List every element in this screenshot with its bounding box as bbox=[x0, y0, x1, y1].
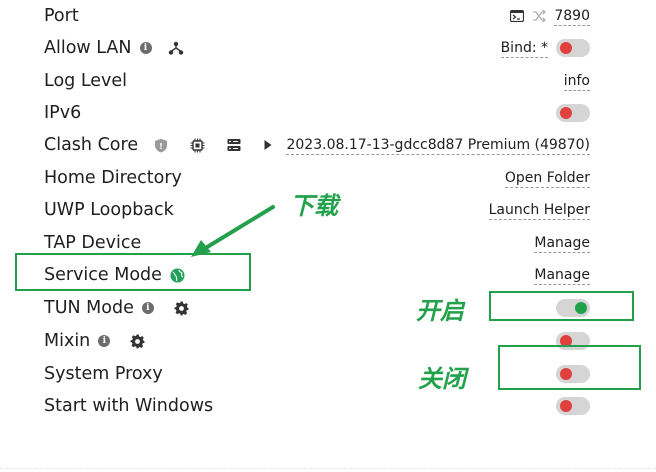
play-icon[interactable] bbox=[263, 139, 273, 151]
ipv6-label: IPv6 bbox=[44, 103, 82, 123]
bottom-divider bbox=[0, 468, 656, 470]
home-directory-controls: Open Folder bbox=[504, 162, 590, 194]
allow-lan-toggle[interactable] bbox=[556, 39, 590, 57]
clash-core-version[interactable]: 2023.08.17-13-gdcc8d87 Premium (49870) bbox=[286, 136, 590, 155]
log-level-controls: info bbox=[563, 65, 590, 97]
open-folder-button[interactable]: Open Folder bbox=[504, 169, 590, 188]
launch-helper-button[interactable]: Launch Helper bbox=[488, 201, 590, 220]
disable-annotation: 关闭 bbox=[418, 365, 466, 393]
info-icon[interactable]: i bbox=[141, 302, 154, 314]
log-level-label: Log Level bbox=[44, 71, 128, 91]
info-icon[interactable]: i bbox=[98, 335, 111, 347]
uwp-loopback-label: UWP Loopback bbox=[44, 200, 174, 220]
shield-icon[interactable]: ! bbox=[154, 138, 168, 153]
settings-panel: Port 7890 Allow LAN i Bind: * Log Level … bbox=[0, 0, 656, 472]
log-level-label-wrap: Log Level bbox=[44, 65, 127, 97]
port-label: Port bbox=[44, 6, 79, 26]
home-directory-label-wrap: Home Directory bbox=[44, 162, 182, 194]
gear-icon[interactable] bbox=[130, 334, 145, 349]
enable-annotation: 开启 bbox=[416, 297, 464, 325]
start-with-windows-controls bbox=[556, 390, 590, 422]
tun-mode-label: TUN Mode bbox=[44, 298, 134, 318]
tun-mode-label-wrap: TUN Mode i bbox=[44, 292, 189, 324]
network-icon[interactable] bbox=[168, 41, 184, 55]
tap-device-controls: Manage bbox=[534, 227, 590, 259]
ipv6-controls bbox=[556, 97, 590, 129]
row-port: Port 7890 bbox=[0, 0, 656, 32]
allow-lan-label: Allow LAN bbox=[44, 38, 132, 58]
system-proxy-highlight-box bbox=[498, 345, 641, 390]
bind-address[interactable]: Bind: * bbox=[500, 39, 548, 58]
clash-core-label-wrap: Clash Core ! bbox=[44, 129, 273, 161]
port-controls: 7890 bbox=[510, 0, 590, 32]
ipv6-toggle[interactable] bbox=[556, 104, 590, 122]
row-ipv6: IPv6 bbox=[0, 97, 656, 129]
svg-text:!: ! bbox=[159, 142, 163, 151]
mixin-label-wrap: Mixin i bbox=[44, 325, 145, 357]
tun-mode-highlight-box bbox=[489, 291, 634, 321]
clash-core-label: Clash Core bbox=[44, 135, 139, 155]
start-with-windows-label-wrap: Start with Windows bbox=[44, 390, 213, 422]
shuffle-icon[interactable] bbox=[532, 9, 547, 23]
row-log-level: Log Level info bbox=[0, 65, 656, 97]
port-label-wrap: Port bbox=[44, 0, 79, 32]
info-icon[interactable]: i bbox=[139, 42, 152, 54]
system-proxy-label: System Proxy bbox=[44, 364, 163, 384]
row-start-with-windows: Start with Windows bbox=[0, 390, 656, 422]
clash-core-controls: 2023.08.17-13-gdcc8d87 Premium (49870) bbox=[286, 129, 590, 161]
row-clash-core: Clash Core ! 2023.08.17-13-gdcc8d87 Prem… bbox=[0, 129, 656, 161]
download-annotation: 下载 bbox=[290, 192, 338, 220]
port-value[interactable]: 7890 bbox=[554, 7, 590, 26]
log-level-value[interactable]: info bbox=[563, 72, 590, 91]
row-allow-lan: Allow LAN i Bind: * bbox=[0, 32, 656, 64]
ipv6-label-wrap: IPv6 bbox=[44, 97, 81, 129]
home-directory-label: Home Directory bbox=[44, 168, 182, 188]
mixin-label: Mixin bbox=[44, 331, 91, 351]
allow-lan-label-wrap: Allow LAN i bbox=[44, 32, 184, 64]
tap-device-label: TAP Device bbox=[44, 233, 142, 253]
tap-manage-button[interactable]: Manage bbox=[534, 234, 590, 253]
allow-lan-controls: Bind: * bbox=[500, 32, 590, 64]
download-arrow-icon bbox=[191, 205, 275, 257]
start-with-windows-toggle[interactable] bbox=[556, 397, 590, 415]
chip-icon[interactable] bbox=[190, 138, 205, 153]
server-icon[interactable] bbox=[227, 138, 241, 152]
service-manage-button[interactable]: Manage bbox=[534, 266, 590, 285]
terminal-icon[interactable] bbox=[510, 10, 525, 22]
uwp-loopback-controls: Launch Helper bbox=[488, 194, 590, 226]
uwp-loopback-label-wrap: UWP Loopback bbox=[44, 194, 174, 226]
start-with-windows-label: Start with Windows bbox=[44, 396, 214, 416]
gear-icon[interactable] bbox=[174, 301, 189, 316]
service-mode-controls: Manage bbox=[534, 259, 590, 291]
system-proxy-label-wrap: System Proxy bbox=[44, 358, 163, 390]
